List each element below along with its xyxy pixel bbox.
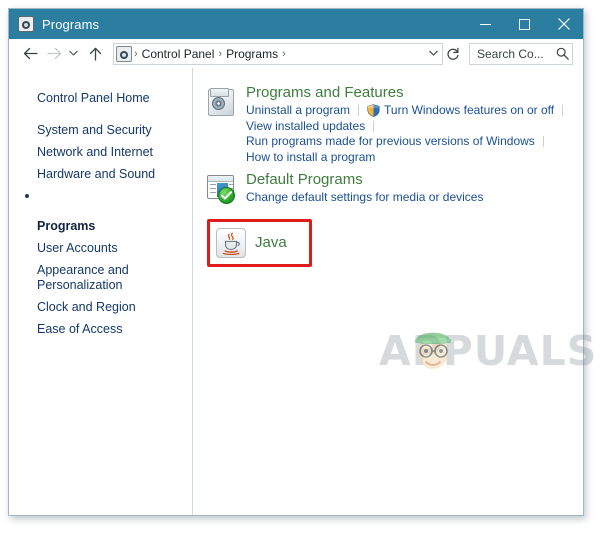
control-panel-window: Programs › Control Panel › Programs › Se… xyxy=(8,8,596,516)
java-glyph xyxy=(222,232,240,255)
section-body: Default Programs Change default settings… xyxy=(246,171,583,206)
title-bar: Programs xyxy=(9,9,583,39)
section-programs-and-features: Programs and Features Uninstall a progra… xyxy=(205,84,583,165)
refresh-icon xyxy=(447,47,459,60)
link-divider xyxy=(358,105,360,117)
breadcrumb-separator-2[interactable]: › xyxy=(281,48,287,60)
default-programs-title[interactable]: Default Programs xyxy=(246,171,583,189)
navigation-bar: › Control Panel › Programs › Search Co..… xyxy=(9,39,583,68)
minimize-icon xyxy=(480,23,491,25)
back-button[interactable] xyxy=(18,42,42,66)
breadcrumb-control-panel[interactable]: Control Panel xyxy=(139,47,218,61)
link-divider xyxy=(542,136,544,148)
recent-locations-button[interactable] xyxy=(66,42,81,66)
java-coffee-cup-icon xyxy=(216,227,246,258)
link-divider xyxy=(373,120,375,132)
chevron-down-icon xyxy=(428,50,438,56)
java-label: Java xyxy=(255,234,287,251)
control-panel-icon xyxy=(18,16,34,32)
sidebar-item-user-accounts[interactable]: User Accounts xyxy=(9,239,192,258)
window-content: Control Panel Home System and Security N… xyxy=(9,68,596,515)
address-dropdown-button[interactable] xyxy=(424,50,442,57)
link-view-installed-updates[interactable]: View installed updates xyxy=(246,119,365,135)
maximize-icon xyxy=(519,18,530,30)
minimize-button[interactable] xyxy=(466,9,505,39)
magnifier-icon xyxy=(556,47,569,60)
programs-and-features-links: Uninstall a program Turn Windows feature… xyxy=(246,103,583,165)
sidebar-item-ease-of-access[interactable]: Ease of Access xyxy=(9,320,192,339)
section-default-programs: Default Programs Change default settings… xyxy=(205,171,583,206)
up-button[interactable] xyxy=(83,42,107,66)
sidebar-item-control-panel-home[interactable]: Control Panel Home xyxy=(9,89,192,108)
green-check-badge-icon xyxy=(218,187,235,204)
breadcrumb-programs[interactable]: Programs xyxy=(223,47,281,61)
shield-glyph xyxy=(367,104,380,118)
search-icon[interactable] xyxy=(552,47,572,60)
sidebar-item-programs[interactable]: Programs xyxy=(9,187,192,236)
uac-shield-icon xyxy=(367,104,380,118)
link-turn-windows-features-on-or-off[interactable]: Turn Windows features on or off xyxy=(384,103,554,119)
search-box[interactable]: Search Co... xyxy=(469,42,573,65)
search-input[interactable]: Search Co... xyxy=(470,47,552,61)
default-programs-icon xyxy=(205,173,237,205)
link-row-2: View installed updates xyxy=(246,119,583,135)
maximize-button[interactable] xyxy=(505,9,544,39)
link-uninstall-a-program[interactable]: Uninstall a program xyxy=(246,103,350,119)
link-change-default-settings[interactable]: Change default settings for media or dev… xyxy=(246,190,583,206)
sidebar-item-hardware-and-sound[interactable]: Hardware and Sound xyxy=(9,165,192,184)
link-row-1: Uninstall a program Turn Windows feature… xyxy=(246,103,583,119)
sidebar-item-network-and-internet[interactable]: Network and Internet xyxy=(9,143,192,162)
link-run-programs-previous-versions[interactable]: Run programs made for previous versions … xyxy=(246,134,535,150)
window-controls xyxy=(466,9,583,39)
refresh-button[interactable] xyxy=(443,47,463,61)
watermark-text: APPUALS xyxy=(379,327,598,375)
sidebar-item-appearance-and-personalization[interactable]: Appearance and Personalization xyxy=(9,261,192,295)
sidebar-item-system-and-security[interactable]: System and Security xyxy=(9,121,192,140)
window-title: Programs xyxy=(42,16,100,32)
current-item-bullet-icon xyxy=(25,194,29,198)
sidebar: Control Panel Home System and Security N… xyxy=(9,68,193,515)
main-panel: Programs and Features Uninstall a progra… xyxy=(193,68,596,515)
link-divider-end xyxy=(562,105,564,117)
appuals-mascot-icon xyxy=(415,332,451,369)
sidebar-item-programs-label: Programs xyxy=(37,219,96,233)
close-button[interactable] xyxy=(544,9,583,39)
screenshot-root: Programs › Control Panel › Programs › Se… xyxy=(0,0,600,537)
forward-button[interactable] xyxy=(42,42,66,66)
programs-and-features-icon xyxy=(205,86,237,118)
back-arrow-icon xyxy=(23,47,38,60)
java-control-panel-item[interactable]: Java xyxy=(207,218,312,267)
appuals-watermark: APPUALS xyxy=(379,321,600,381)
programs-and-features-title[interactable]: Programs and Features xyxy=(246,84,583,102)
section-body: Programs and Features Uninstall a progra… xyxy=(246,84,583,165)
address-control-panel-icon xyxy=(116,45,132,62)
checkmark-icon xyxy=(221,191,232,200)
chevron-down-icon xyxy=(69,50,78,56)
address-bar[interactable]: › Control Panel › Programs › xyxy=(113,42,443,65)
up-arrow-icon xyxy=(89,47,101,61)
link-row-4: How to install a program xyxy=(246,150,583,166)
close-icon xyxy=(557,18,570,30)
link-how-to-install-a-program[interactable]: How to install a program xyxy=(246,150,375,166)
forward-arrow-icon xyxy=(46,47,61,60)
link-row-3: Run programs made for previous versions … xyxy=(246,134,583,150)
sidebar-item-clock-and-region[interactable]: Clock and Region xyxy=(9,298,192,317)
